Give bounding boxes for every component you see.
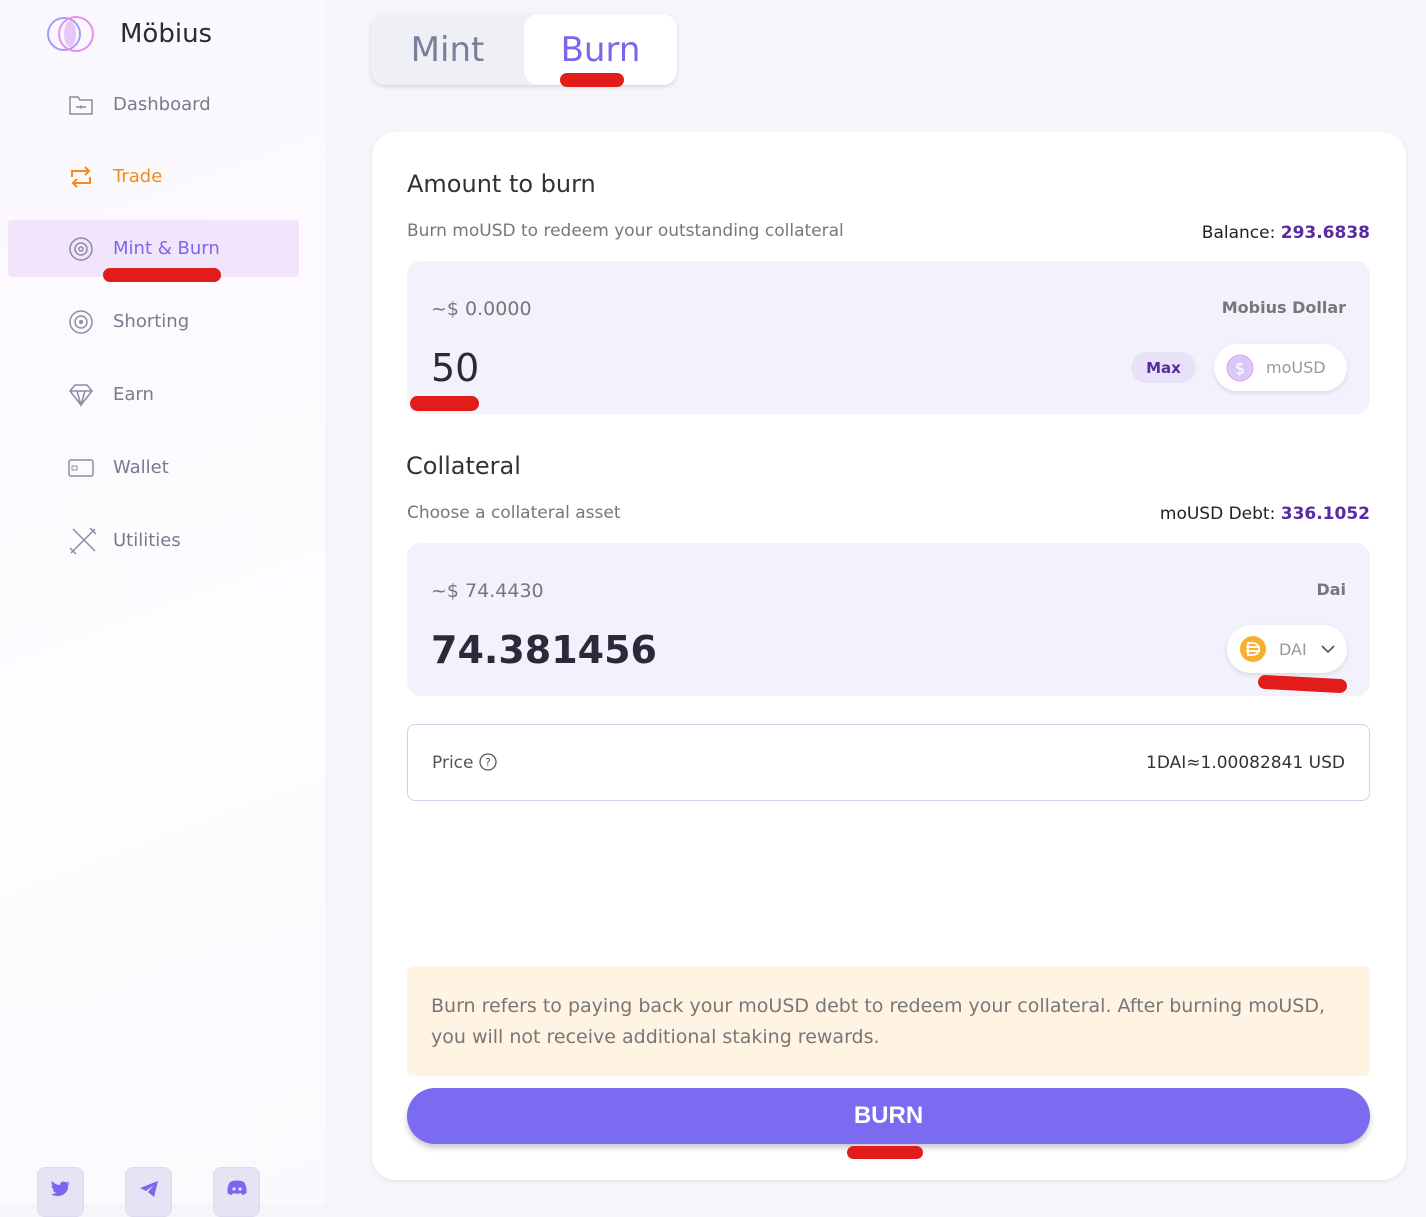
- balance-label: Balance:: [1201, 223, 1281, 243]
- wallet-icon: [68, 458, 94, 477]
- sidebar-item-earn[interactable]: Earn: [8, 366, 299, 423]
- price-row: Price ? 1DAI≈1.00082841 USD: [407, 724, 1370, 801]
- sidebar-item-label: Trade: [113, 166, 163, 187]
- burn-amount-input[interactable]: 50: [431, 346, 479, 390]
- mint-burn-tabs: Mint Burn: [371, 14, 677, 85]
- collateral-panel: ~$ 74.4430 Dai 74.381456 DAI: [407, 543, 1370, 696]
- burn-info-note: Burn refers to paying back your moUSD de…: [407, 966, 1370, 1076]
- balance: Balance: 293.6838: [1202, 223, 1370, 243]
- sidebar-item-label: Earn: [113, 384, 154, 405]
- max-button[interactable]: Max: [1131, 352, 1196, 383]
- dollar-coin-icon: $: [1226, 354, 1254, 381]
- sidebar-item-label: Dashboard: [113, 94, 211, 115]
- collateral-amount: 74.381456: [431, 628, 657, 672]
- telegram-button[interactable]: [125, 1167, 172, 1217]
- debt-value: 336.1052: [1280, 504, 1370, 524]
- burn-amount-panel: ~$ 0.0000 Mobius Dollar 50 Max $ moUSD: [407, 261, 1370, 414]
- svg-text:?: ?: [485, 756, 491, 769]
- annotation-mark: [103, 268, 221, 282]
- sidebar-item-label: Wallet: [113, 457, 169, 478]
- amount-heading: Amount to burn: [407, 170, 596, 198]
- sidebar-item-label: Utilities: [113, 530, 181, 551]
- app-name: Möbius: [120, 19, 213, 49]
- sidebar: Möbius Dashboard Trade Mint & Burn Short…: [0, 0, 325, 1217]
- discord-button[interactable]: [213, 1167, 260, 1217]
- price-label-group: Price ?: [432, 753, 497, 773]
- balance-value: 293.6838: [1280, 223, 1370, 243]
- dai-coin-icon: [1240, 636, 1266, 662]
- chevron-down-icon: [1321, 644, 1335, 653]
- token-label: moUSD: [1266, 358, 1326, 377]
- annotation-mark: [560, 73, 624, 87]
- token-label: DAI: [1279, 639, 1307, 659]
- sidebar-item-label: Shorting: [113, 311, 190, 332]
- sidebar-item-utilities[interactable]: Utilities: [8, 512, 299, 569]
- twitter-icon: [50, 1181, 70, 1197]
- mousd-token-selector[interactable]: $ moUSD: [1214, 344, 1347, 391]
- target-icon: [69, 309, 93, 334]
- sidebar-item-dashboard[interactable]: Dashboard: [8, 76, 299, 133]
- burn-usd-value: ~$ 0.0000: [431, 298, 532, 320]
- tools-icon: [69, 526, 97, 555]
- mobius-logo-icon: [47, 16, 94, 52]
- annotation-mark: [847, 1146, 923, 1159]
- burn-token-name: Mobius Dollar: [1221, 298, 1346, 317]
- tab-mint[interactable]: Mint: [371, 14, 524, 85]
- mousd-debt: moUSD Debt: 336.1052: [1160, 504, 1370, 524]
- collateral-usd-value: ~$ 74.4430: [431, 580, 544, 602]
- price-value: 1DAI≈1.00082841 USD: [1146, 752, 1345, 773]
- diamond-icon: [69, 383, 93, 407]
- telegram-icon: [139, 1181, 158, 1197]
- collateral-token-name: Dai: [1316, 580, 1346, 599]
- collateral-heading: Collateral: [406, 452, 521, 480]
- sidebar-item-trade[interactable]: Trade: [8, 148, 299, 205]
- price-label: Price: [432, 752, 474, 773]
- discord-icon: [226, 1180, 247, 1195]
- sidebar-item-wallet[interactable]: Wallet: [8, 439, 299, 496]
- sidebar-item-shorting[interactable]: Shorting: [8, 293, 299, 350]
- burn-card: Amount to burn Burn moUSD to redeem your…: [372, 132, 1406, 1180]
- sidebar-item-label: Mint & Burn: [113, 238, 220, 259]
- burn-button[interactable]: BURN: [407, 1088, 1370, 1144]
- annotation-mark: [410, 396, 479, 411]
- svg-text:$: $: [1235, 359, 1245, 378]
- logo[interactable]: Möbius: [46, 14, 212, 54]
- amount-subtitle: Burn moUSD to redeem your outstanding co…: [407, 221, 844, 241]
- swap-icon: [71, 165, 91, 188]
- collateral-token-dropdown[interactable]: DAI: [1227, 625, 1347, 673]
- help-icon[interactable]: ?: [479, 752, 497, 771]
- twitter-button[interactable]: [37, 1167, 84, 1217]
- mint-burn-icon: [69, 236, 93, 261]
- folder-icon: [69, 95, 93, 115]
- debt-label: moUSD Debt:: [1159, 504, 1281, 524]
- collateral-subtitle: Choose a collateral asset: [407, 503, 621, 523]
